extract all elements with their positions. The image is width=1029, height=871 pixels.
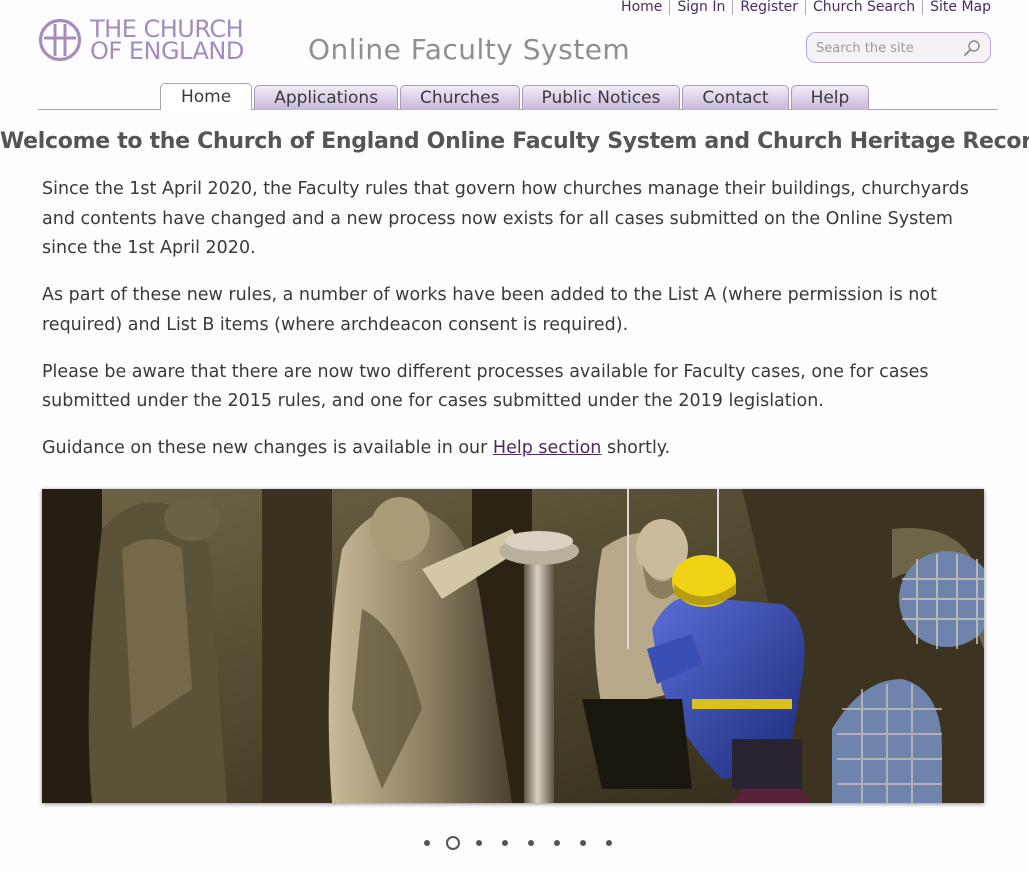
- carousel-pager: [414, 836, 622, 850]
- util-link-site-map[interactable]: Site Map: [922, 0, 991, 15]
- util-link-home[interactable]: Home: [614, 0, 669, 15]
- carousel-dot[interactable]: [554, 840, 560, 846]
- cross-circle-icon: [38, 18, 82, 62]
- util-link-register[interactable]: Register: [732, 0, 805, 15]
- carousel-dot[interactable]: [476, 840, 482, 846]
- utility-nav: Home Sign In Register Church Search Site…: [614, 0, 991, 15]
- util-link-church-search[interactable]: Church Search: [805, 0, 922, 15]
- page-title: Welcome to the Church of England Online …: [0, 129, 1029, 154]
- carousel-slide-image[interactable]: [42, 489, 984, 803]
- logo-line-2: OF ENGLAND: [90, 37, 244, 65]
- intro-paragraph: Since the 1st April 2020, the Faculty ru…: [42, 179, 969, 258]
- hero-illustration: [42, 489, 984, 803]
- carousel-dot[interactable]: [424, 840, 430, 846]
- tab-applications[interactable]: Applications: [254, 85, 399, 110]
- carousel-dot[interactable]: [528, 840, 534, 846]
- tab-home[interactable]: Home: [160, 83, 253, 110]
- guidance-text-before: Guidance on these new changes is availab…: [42, 438, 493, 458]
- guidance-paragraph: Guidance on these new changes is availab…: [42, 434, 992, 464]
- tab-public-notices[interactable]: Public Notices: [521, 85, 681, 110]
- tab-churches[interactable]: Churches: [400, 85, 520, 110]
- logo-wordmark: THE CHURCH OF ENGLAND: [90, 17, 244, 65]
- site-search: [806, 32, 991, 63]
- tab-contact[interactable]: Contact: [682, 85, 789, 110]
- carousel-dot[interactable]: [502, 840, 508, 846]
- process-paragraph: Please be aware that there are now two d…: [42, 361, 929, 412]
- search-input[interactable]: [816, 37, 956, 59]
- util-link-sign-in[interactable]: Sign In: [669, 0, 732, 15]
- carousel-dot[interactable]: [606, 840, 612, 846]
- main-content: Since the 1st April 2020, the Faculty ru…: [42, 175, 992, 481]
- site-title: Online Faculty System: [308, 33, 631, 66]
- carousel-dot-active[interactable]: [446, 836, 460, 850]
- help-section-link[interactable]: Help section: [493, 438, 602, 458]
- main-nav: Home Applications Churches Public Notice…: [38, 82, 998, 110]
- guidance-text-after: shortly.: [601, 438, 671, 458]
- search-icon[interactable]: [963, 39, 981, 57]
- tab-help[interactable]: Help: [790, 85, 870, 110]
- list-paragraph: As part of these new rules, a number of …: [42, 285, 937, 335]
- carousel-dot[interactable]: [580, 840, 586, 846]
- church-of-england-logo[interactable]: THE CHURCH OF ENGLAND: [38, 17, 258, 68]
